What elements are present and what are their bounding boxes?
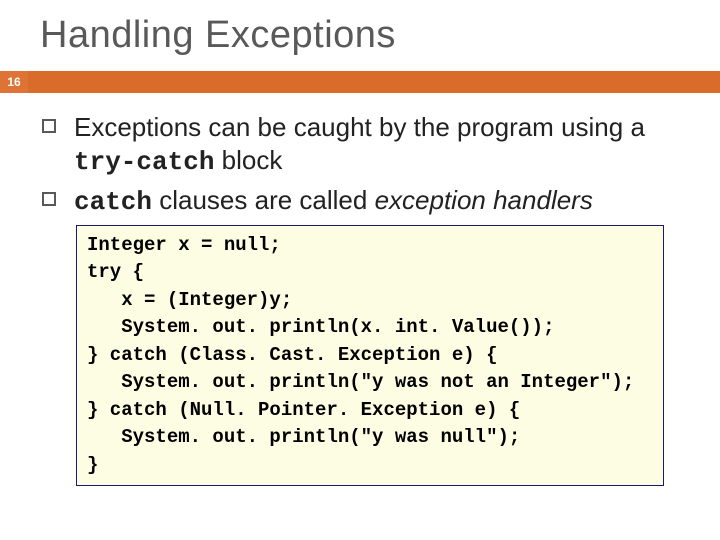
accent-bar: 16 (0, 71, 720, 93)
code-run: try-catch (74, 147, 214, 177)
code-line: try { (87, 261, 144, 283)
content-area: Exceptions can be caught by the program … (0, 93, 720, 486)
code-line: } catch (Null. Pointer. Exception e) { (87, 399, 520, 421)
bullet-item: catch clauses are called exception handl… (42, 184, 690, 219)
code-line: System. out. println(x. int. Value()); (87, 316, 554, 338)
text-run: clauses are called (152, 185, 375, 215)
code-line: x = (Integer)y; (87, 289, 292, 311)
bullet-item: Exceptions can be caught by the program … (42, 111, 690, 178)
bullet-marker-icon (42, 119, 56, 133)
code-line: } catch (Class. Cast. Exception e) { (87, 344, 497, 366)
code-block: Integer x = null; try { x = (Integer)y; … (76, 225, 664, 487)
bullet-marker-icon (42, 192, 56, 206)
emphasis-run: exception handlers (375, 185, 593, 215)
code-line: System. out. println("y was not an Integ… (87, 371, 634, 393)
slide: Handling Exceptions 16 Exceptions can be… (0, 0, 720, 540)
bullet-text: Exceptions can be caught by the program … (74, 111, 690, 178)
code-line: } (87, 454, 98, 476)
code-run: catch (74, 187, 152, 217)
text-run: Exceptions can be caught by the program … (74, 112, 645, 142)
bullet-text: catch clauses are called exception handl… (74, 184, 593, 219)
slide-number-badge: 16 (0, 71, 28, 93)
slide-title: Handling Exceptions (0, 0, 720, 71)
text-run: block (214, 145, 282, 175)
code-line: Integer x = null; (87, 234, 281, 256)
code-line: System. out. println("y was null"); (87, 426, 520, 448)
